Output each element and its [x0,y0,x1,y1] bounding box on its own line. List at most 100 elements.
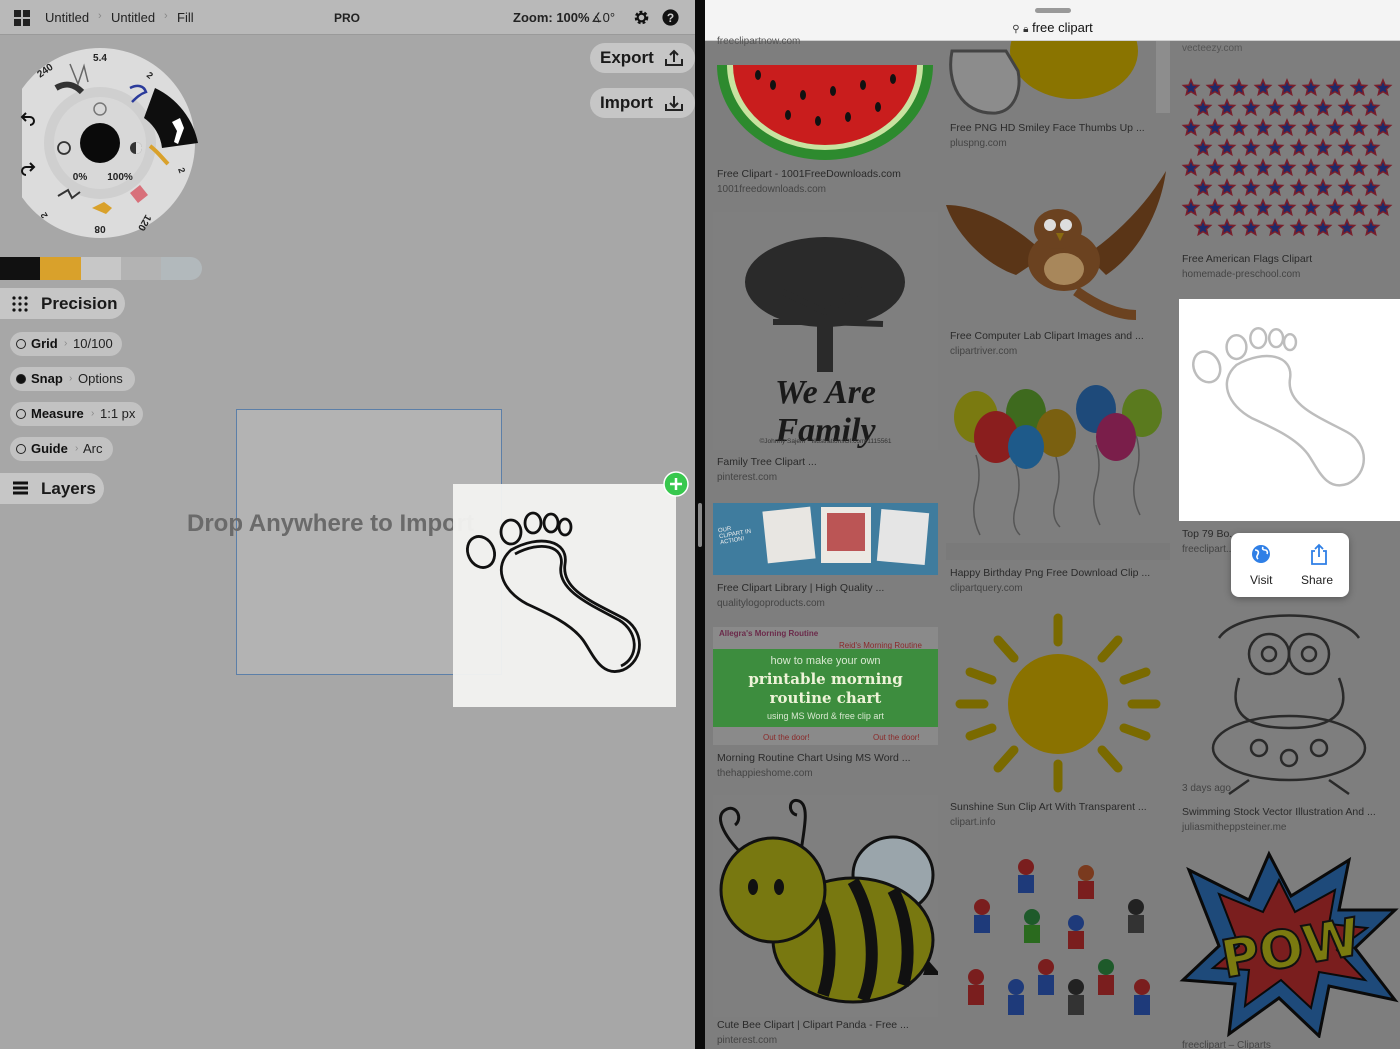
undo-icon[interactable] [20,110,36,126]
tool-wheel[interactable]: 5.4 240 2 2 120 08 2 0% 100% [5,48,200,238]
result-image-routine-chart[interactable]: Allegra's Morning Routine Reid's Morning… [713,627,938,745]
result-source[interactable]: qualitylogoproducts.com [717,598,825,609]
result-source[interactable]: vecteezy.com [1182,43,1242,54]
routine-line: routine chart [769,689,882,707]
result-image-superheroes[interactable] [946,847,1170,1030]
swatch-black[interactable] [0,257,40,280]
split-view-handle[interactable] [698,503,702,547]
result-source[interactable]: clipart.info [950,817,996,828]
star-shape [1217,98,1237,117]
star-shape [1193,178,1213,197]
visit-button[interactable]: Visit [1231,533,1290,597]
result-source[interactable]: thehappieshome.com [717,768,813,779]
library-sign: OUR CLIPART IN ACTION! [717,526,752,547]
result-caption[interactable]: Cute Bee Clipart | Clipart Panda - Free … [717,1019,909,1031]
split-view-divider[interactable] [695,0,705,1049]
result-source[interactable]: homemade-preschool.com [1182,269,1300,280]
wheel-fill-label: 100% [107,172,133,183]
layers-button[interactable]: Layers [0,473,104,504]
result-image-american-flags[interactable] [1179,74,1400,246]
swatch-gray[interactable] [121,257,161,280]
result-source[interactable]: freeclipart – Cliparts [1182,1040,1271,1049]
url-field[interactable]: ⚲ 🔒︎ free clipart [705,20,1400,35]
tool-wheel-graphic: 5.4 240 2 2 120 08 2 0% 100% [5,48,198,238]
result-image-clipart-library[interactable]: OUR CLIPART IN ACTION! [713,503,938,575]
gear-icon[interactable] [633,9,650,26]
star-shape [1361,98,1381,117]
precision-button[interactable]: Precision [0,288,125,319]
share-button[interactable]: Share [1290,533,1349,597]
snap-toggle[interactable]: Snap › Options [10,367,135,391]
result-source[interactable]: pinterest.com [717,472,777,483]
result-image-sun[interactable] [946,612,1170,794]
address-bar[interactable]: ⚲ 🔒︎ free clipart [705,0,1400,41]
breadcrumb-gallery[interactable]: Untitled [45,10,89,25]
result-image-bee[interactable] [713,795,938,1017]
star-shape [1277,158,1297,177]
swatch-light-gray[interactable] [81,257,121,280]
result-caption[interactable]: Family Tree Clipart ... [717,456,817,468]
star-shape [1325,118,1345,137]
result-caption[interactable]: Free Clipart - 1001FreeDownloads.com [717,168,901,180]
breadcrumb-layer[interactable]: Fill [177,10,194,25]
star-shape [1181,118,1201,137]
star-shape [1349,118,1369,137]
star-shape [1265,98,1285,117]
result-image-owl[interactable] [946,165,1170,323]
star-shape [1349,158,1369,177]
result-image-thumbs-up[interactable] [946,41,1170,119]
footprint-drawing [466,511,641,673]
star-shape [1373,198,1393,217]
result-image-footprint-selected[interactable] [1179,299,1400,521]
result-caption[interactable]: Happy Birthday Png Free Download Clip ..… [950,567,1150,579]
result-image-watermelon[interactable] [713,55,938,165]
snap-radio-icon [16,374,26,384]
result-source[interactable]: clipartriver.com [950,346,1017,357]
export-button[interactable]: Export [590,43,695,73]
guide-label: Guide [31,441,68,456]
pro-label[interactable]: PRO [334,11,360,25]
result-image-balloons[interactable] [946,375,1170,560]
result-caption[interactable]: Morning Routine Chart Using MS Word ... [717,752,911,764]
result-source[interactable]: clipartquery.com [950,583,1023,594]
grid-toggle[interactable]: Grid › 10/100 [10,332,122,356]
precision-label: Precision [41,294,118,313]
result-source[interactable]: freeclipartnow.com [717,36,800,47]
result-source[interactable]: 1001freedownloads.com [717,184,826,195]
result-caption[interactable]: Sunshine Sun Clip Art With Transparent .… [950,801,1147,813]
gallery-grid-icon[interactable] [14,10,30,26]
result-caption[interactable]: Free PNG HD Smiley Face Thumbs Up ... [950,122,1145,134]
watermelon-image [717,65,933,160]
result-source[interactable]: pluspng.com [950,138,1007,149]
result-caption[interactable]: Free Clipart Library | High Quality ... [717,582,884,594]
result-caption[interactable]: Free American Flags Clipart [1182,253,1312,265]
import-button[interactable]: Import [590,88,695,118]
result-caption[interactable]: Swimming Stock Vector Illustration And .… [1182,806,1376,818]
angle-readout[interactable]: ∡0° [591,10,615,26]
bee-image [718,798,938,1004]
swatch-blue-gray[interactable] [161,257,202,280]
result-image-family-tree[interactable]: We Are Family ©Johnny Sajem * Illustrati… [713,212,938,450]
star-shape [1229,78,1249,97]
result-source[interactable]: pinterest.com [717,1035,777,1046]
measure-value: 1:1 px [100,406,136,421]
measure-toggle[interactable]: Measure › 1:1 px [10,402,143,426]
swatch-gold[interactable] [40,257,81,280]
dragged-image-preview[interactable] [453,484,676,707]
zoom-readout[interactable]: Zoom: 100% [513,10,590,25]
result-caption[interactable]: Free Computer Lab Clipart Images and ... [950,330,1144,342]
result-image-pow[interactable]: POW [1179,850,1400,1038]
result-caption[interactable]: Top 79 Bo... [1182,528,1238,540]
star-shape [1313,178,1333,197]
star-shape [1253,78,1273,97]
result-source[interactable]: juliasmitheppsteiner.me [1182,822,1287,833]
result-image-swimming-kid[interactable] [1179,598,1400,798]
star-shape [1325,158,1345,177]
breadcrumb-drawing[interactable]: Untitled [111,10,155,25]
help-icon[interactable]: ? [662,9,679,26]
redo-icon[interactable] [20,160,36,176]
wheel-opacity-label: 0% [73,172,88,183]
guide-toggle[interactable]: Guide › Arc [10,437,113,461]
multitasking-grip[interactable] [1035,8,1071,13]
result-source[interactable]: freeclipart... [1182,544,1234,555]
